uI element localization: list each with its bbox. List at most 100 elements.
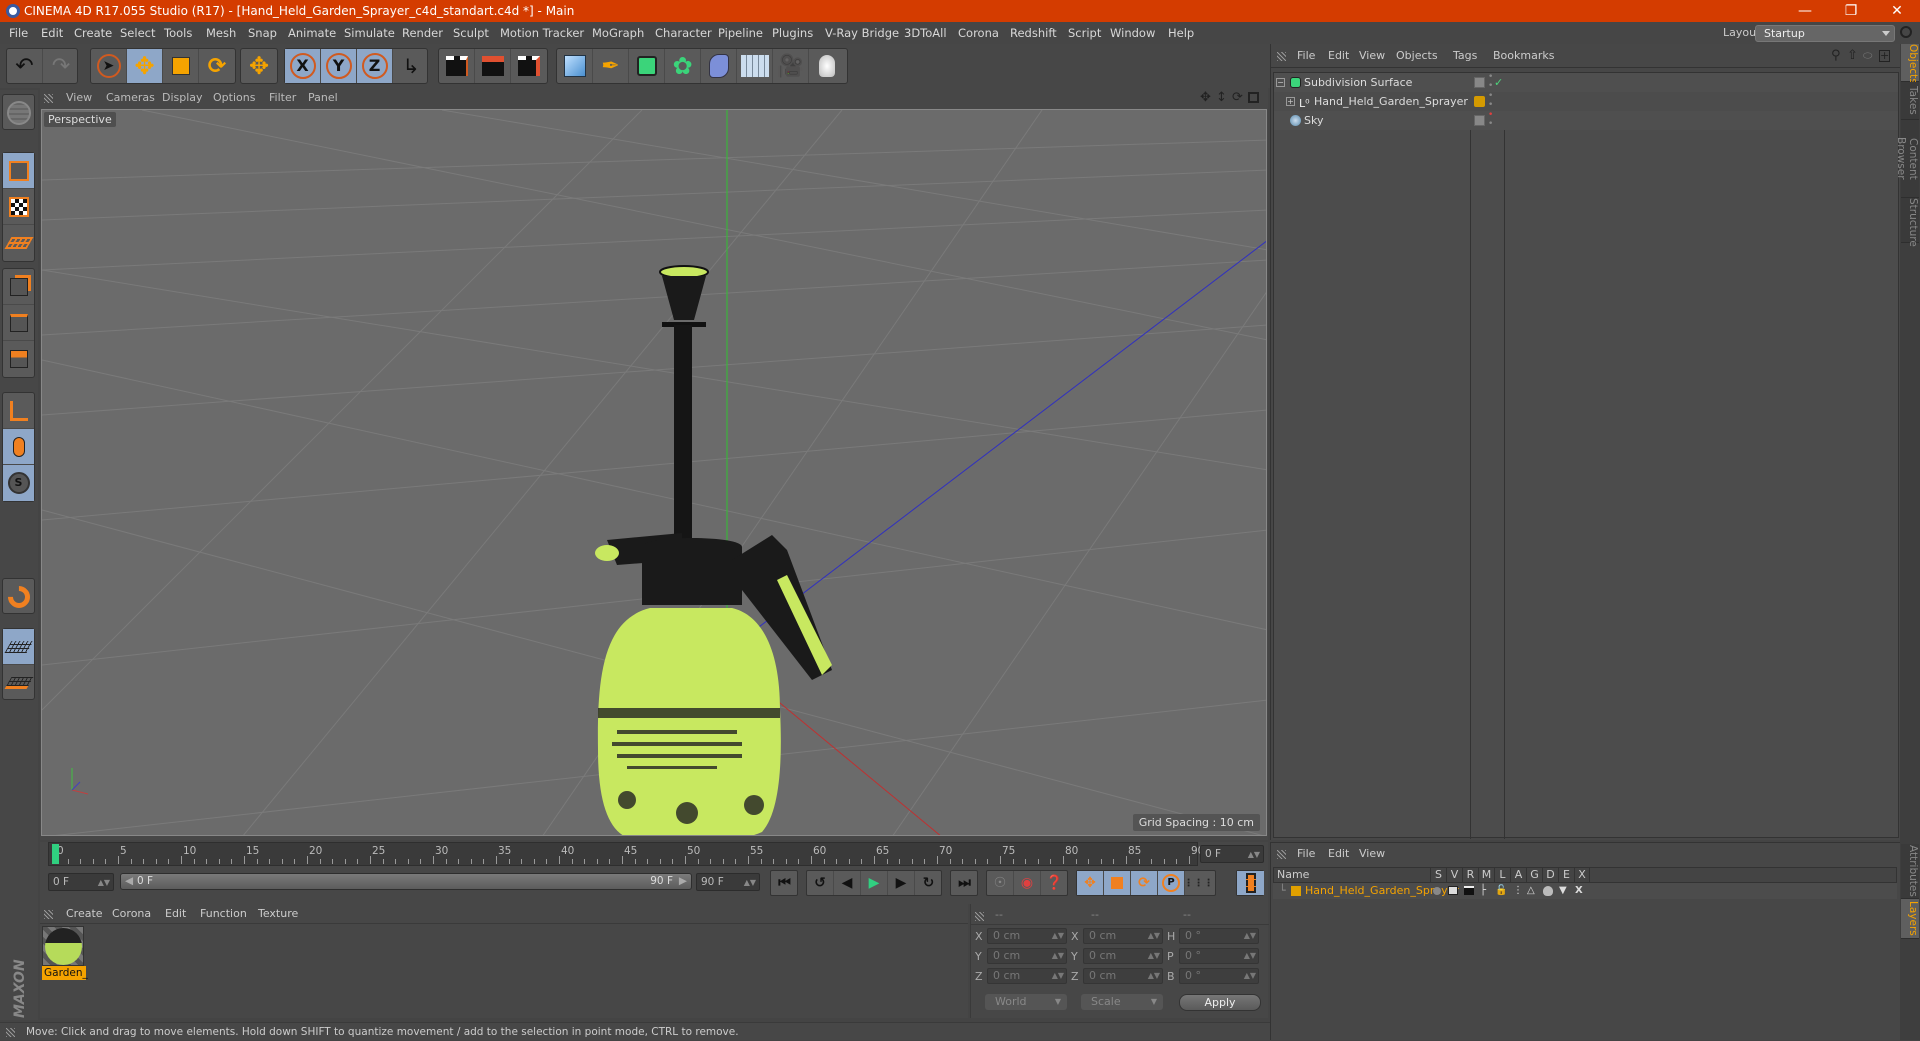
next-frame-button[interactable]: ▶ [888, 871, 915, 895]
animation-icon[interactable]: ⋮ [1513, 883, 1523, 899]
planar-workplane-button[interactable] [3, 665, 34, 701]
menu-edit[interactable]: Edit [41, 22, 63, 44]
key-parameter-button[interactable]: P [1158, 871, 1185, 895]
polygons-mode-button[interactable] [3, 341, 34, 377]
edges-mode-button[interactable] [3, 305, 34, 341]
menu-mesh[interactable]: Mesh [206, 22, 236, 44]
coordinate-mode-select[interactable]: World ▼ [985, 994, 1067, 1010]
menu-pipeline[interactable]: Pipeline [718, 22, 763, 44]
axis-mode-button[interactable] [3, 393, 34, 429]
menu-mograph[interactable]: MoGraph [592, 22, 644, 44]
viewport-menu-display[interactable]: Display [162, 88, 203, 108]
maximize-view-icon[interactable] [1248, 92, 1259, 103]
key-rotation-button[interactable]: ⟳ [1131, 871, 1158, 895]
viewport-menu-cameras[interactable]: Cameras [106, 88, 155, 108]
render-picture-viewer-button[interactable] [475, 49, 511, 83]
menu-snap[interactable]: Snap [248, 22, 277, 44]
tab-layers[interactable]: Layers [1901, 899, 1919, 939]
solo-button[interactable]: S [3, 465, 34, 501]
timeline-window-button[interactable] [1237, 871, 1264, 895]
points-mode-button[interactable] [3, 269, 34, 305]
om-menu-tags[interactable]: Tags [1453, 44, 1477, 68]
undo-button[interactable]: ↶ [7, 49, 43, 83]
orbit-icon[interactable]: ⟳ [1232, 88, 1243, 108]
render-settings-button[interactable] [511, 49, 547, 83]
search-icon[interactable]: ⚲ [1831, 44, 1841, 68]
menu-script[interactable]: Script [1068, 22, 1101, 44]
om-menu-bookmarks[interactable]: Bookmarks [1493, 44, 1554, 68]
deformer-button[interactable] [701, 49, 737, 83]
object-row[interactable]: Sky • • [1274, 111, 1898, 130]
model-mode-button[interactable] [3, 153, 34, 189]
minimize-button[interactable]: — [1782, 0, 1828, 22]
make-editable-button[interactable] [3, 95, 34, 131]
menu-motion-tracker[interactable]: Motion Tracker [500, 22, 584, 44]
om-menu-view[interactable]: View [1359, 44, 1385, 68]
size-x-field[interactable]: 0 cm ▲▼ [1083, 928, 1163, 944]
menu-render[interactable]: Render [402, 22, 443, 44]
playhead[interactable] [52, 844, 59, 864]
goto-start-button[interactable]: ⏮ [771, 871, 798, 895]
column-expressions[interactable]: E [1558, 868, 1574, 882]
texture-mode-button[interactable] [3, 189, 34, 225]
column-deformers[interactable]: D [1542, 868, 1558, 882]
menu-select[interactable]: Select [120, 22, 155, 44]
autokey-button[interactable]: ❓ [1041, 871, 1068, 895]
viewport-menu-filter[interactable]: Filter [269, 88, 296, 108]
pan-icon[interactable]: ✥ [1200, 88, 1211, 108]
apply-button[interactable]: Apply [1179, 994, 1261, 1011]
menu-3dtoall[interactable]: 3DToAll [904, 22, 947, 44]
move-button[interactable]: ✥ [127, 49, 163, 83]
viewport-menu-view[interactable]: View [66, 88, 92, 108]
column-solo[interactable]: S [1430, 868, 1446, 882]
om-menu-file[interactable]: File [1297, 44, 1315, 68]
menu-help[interactable]: Help [1168, 22, 1194, 44]
expand-icon[interactable]: + [1286, 97, 1295, 106]
garden-sprayer-model[interactable] [595, 265, 832, 836]
camera-button[interactable]: 🎥 [773, 49, 809, 83]
om-menu-edit[interactable]: Edit [1328, 44, 1349, 68]
new-panel-icon[interactable]: + [1879, 50, 1890, 62]
material-menu-create[interactable]: Create [66, 904, 103, 924]
goto-end-button[interactable]: ⏭ [951, 871, 978, 895]
menu-tools[interactable]: Tools [164, 22, 192, 44]
play-button[interactable]: ▶ [861, 871, 888, 895]
dolly-icon[interactable]: ↕ [1216, 88, 1227, 108]
coordinate-system-button[interactable]: ↳ [393, 49, 429, 83]
enabled-checkmark-icon[interactable]: ✓ [1494, 73, 1503, 92]
editor-visibility-icon[interactable] [1474, 115, 1485, 126]
panel-grip-icon[interactable] [44, 94, 53, 103]
menu-corona[interactable]: Corona [958, 22, 999, 44]
layer-row[interactable]: └ Hand_Held_Garden_Sprayer ├ 🔓 ⋮ △ ▼ X [1273, 883, 1897, 899]
tab-content-browser[interactable]: Content Browser [1895, 120, 1919, 198]
menu-file[interactable]: File [9, 22, 28, 44]
rot-p-field[interactable]: 0 ° ▲▼ [1179, 948, 1259, 964]
om-menu-objects[interactable]: Objects [1396, 44, 1438, 68]
column-render[interactable]: R [1462, 868, 1478, 882]
panel-grip-icon[interactable] [44, 910, 53, 919]
render-visibility-dots-icon[interactable]: • • [1488, 73, 1493, 91]
layout-select[interactable]: Startup [1755, 25, 1895, 42]
size-y-field[interactable]: 0 cm ▲▼ [1083, 948, 1163, 964]
editor-visibility-icon[interactable] [1474, 77, 1485, 88]
column-manager[interactable]: M [1478, 868, 1494, 882]
x-axis-button[interactable]: X [285, 49, 321, 83]
tab-attributes[interactable]: Attributes [1901, 844, 1919, 899]
menu-character[interactable]: Character [655, 22, 712, 44]
material-menu-texture[interactable]: Texture [258, 904, 298, 924]
record-keys-button[interactable]: ◉ [1014, 871, 1041, 895]
prev-key-button[interactable]: ↺ [807, 871, 834, 895]
scale-button[interactable] [163, 49, 199, 83]
object-row[interactable]: + L⁰ Hand_Held_Garden_Sprayer • • [1274, 92, 1898, 111]
locked-workplane-button[interactable] [3, 629, 34, 665]
size-mode-select[interactable]: Scale ▼ [1081, 994, 1163, 1010]
material-swatch[interactable]: Garden_ [42, 926, 88, 984]
lock-icon[interactable]: 🔓 [1495, 883, 1507, 899]
3d-viewport[interactable]: Perspective Grid Spacing : 10 cm [41, 109, 1267, 836]
material-tag-icon[interactable] [1474, 96, 1485, 107]
recent-tools-button[interactable]: ✥ [241, 49, 277, 83]
pen-spline-button[interactable]: ✒ [593, 49, 629, 83]
menu-simulate[interactable]: Simulate [344, 22, 395, 44]
lm-menu-view[interactable]: View [1359, 843, 1385, 865]
light-button[interactable] [809, 49, 845, 83]
